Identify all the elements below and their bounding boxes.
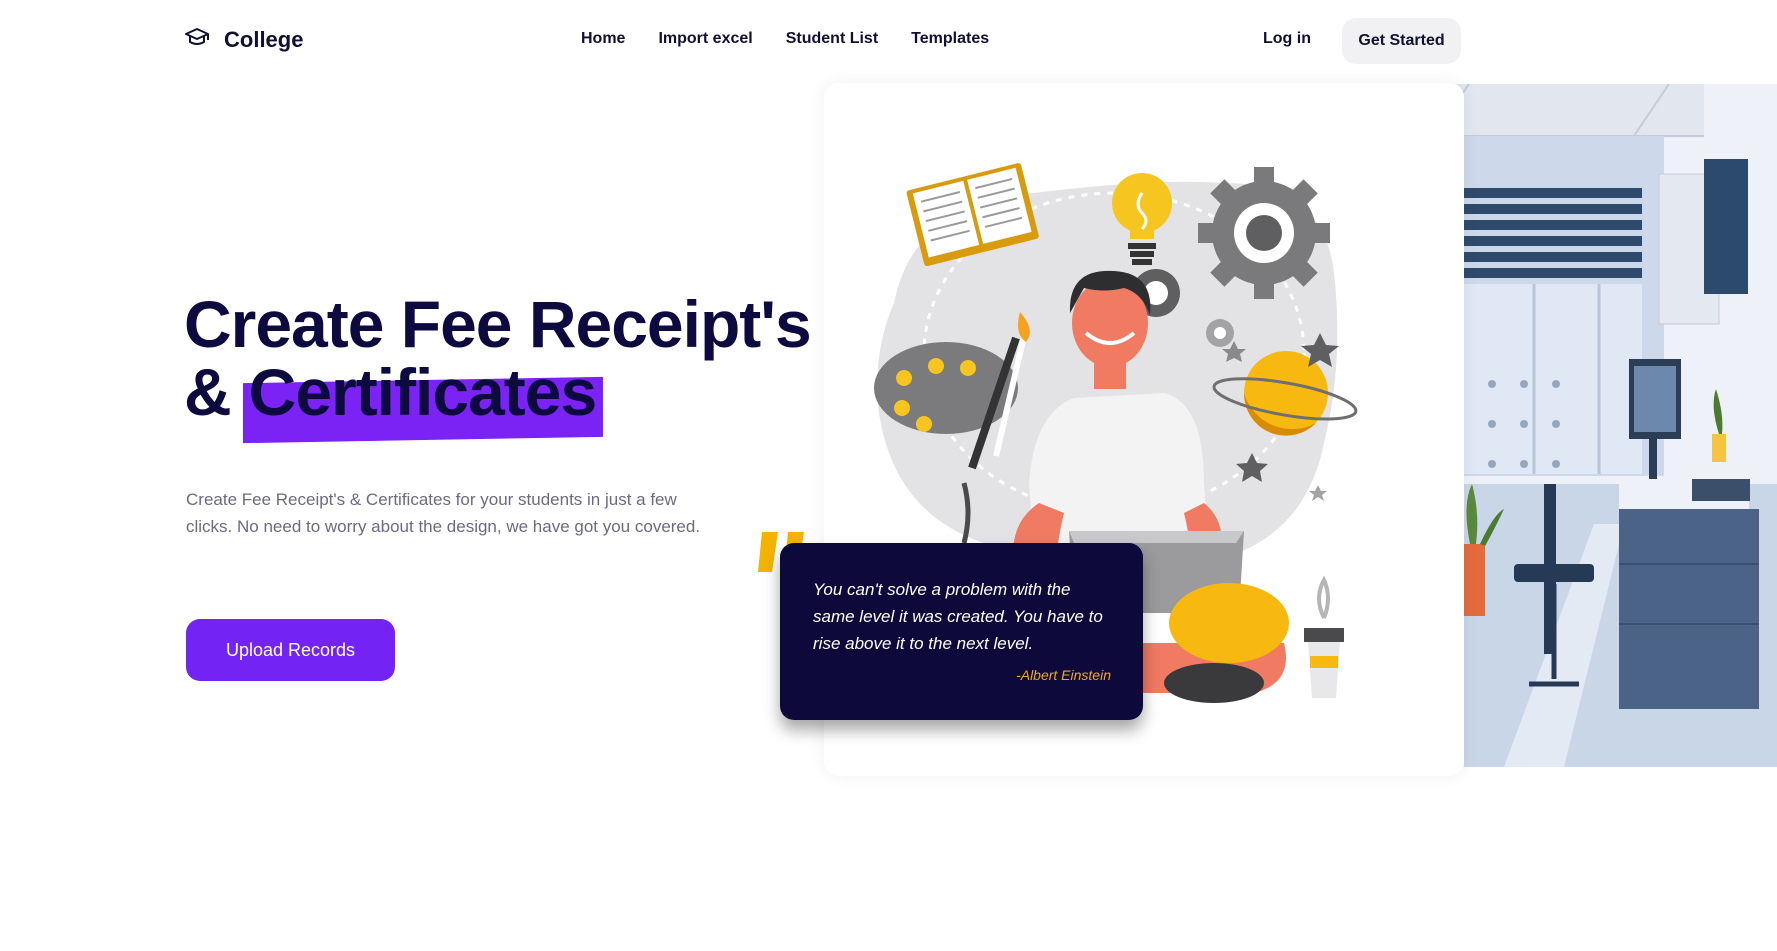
quote-text: You can't solve a problem with the same … [813,580,1103,653]
nav-student-list[interactable]: Student List [786,30,878,48]
get-started-button[interactable]: Get Started [1342,18,1461,64]
site-header: College Home Import excel Student List T… [0,0,1777,82]
hero-title-highlight: Certificates [249,358,597,426]
graduation-cap-icon [184,26,210,53]
hero-title-ampersand: & [184,355,232,429]
hero-title-line1: Create Fee Receipt's [184,287,812,361]
upload-records-button[interactable]: Upload Records [186,619,395,681]
hero-title-line2: & Certificates [184,358,811,426]
hero-description: Create Fee Receipt's & Certificates for … [186,490,701,536]
nav-import-excel[interactable]: Import excel [658,30,752,48]
nav-home[interactable]: Home [581,30,625,48]
hero-title: Create Fee Receipt's & Certificates [184,287,812,426]
login-link[interactable]: Log in [1263,30,1311,48]
quote-card: You can't solve a problem with the same … [780,543,1143,720]
brand-name: College [224,26,304,52]
quote-author: -Albert Einstein [1016,667,1111,683]
hero-title-highlight-text: Certificates [248,355,597,429]
logo[interactable]: College [184,26,303,53]
main-nav: Home Import excel Student List Templates [581,30,989,48]
nav-templates[interactable]: Templates [911,30,989,48]
